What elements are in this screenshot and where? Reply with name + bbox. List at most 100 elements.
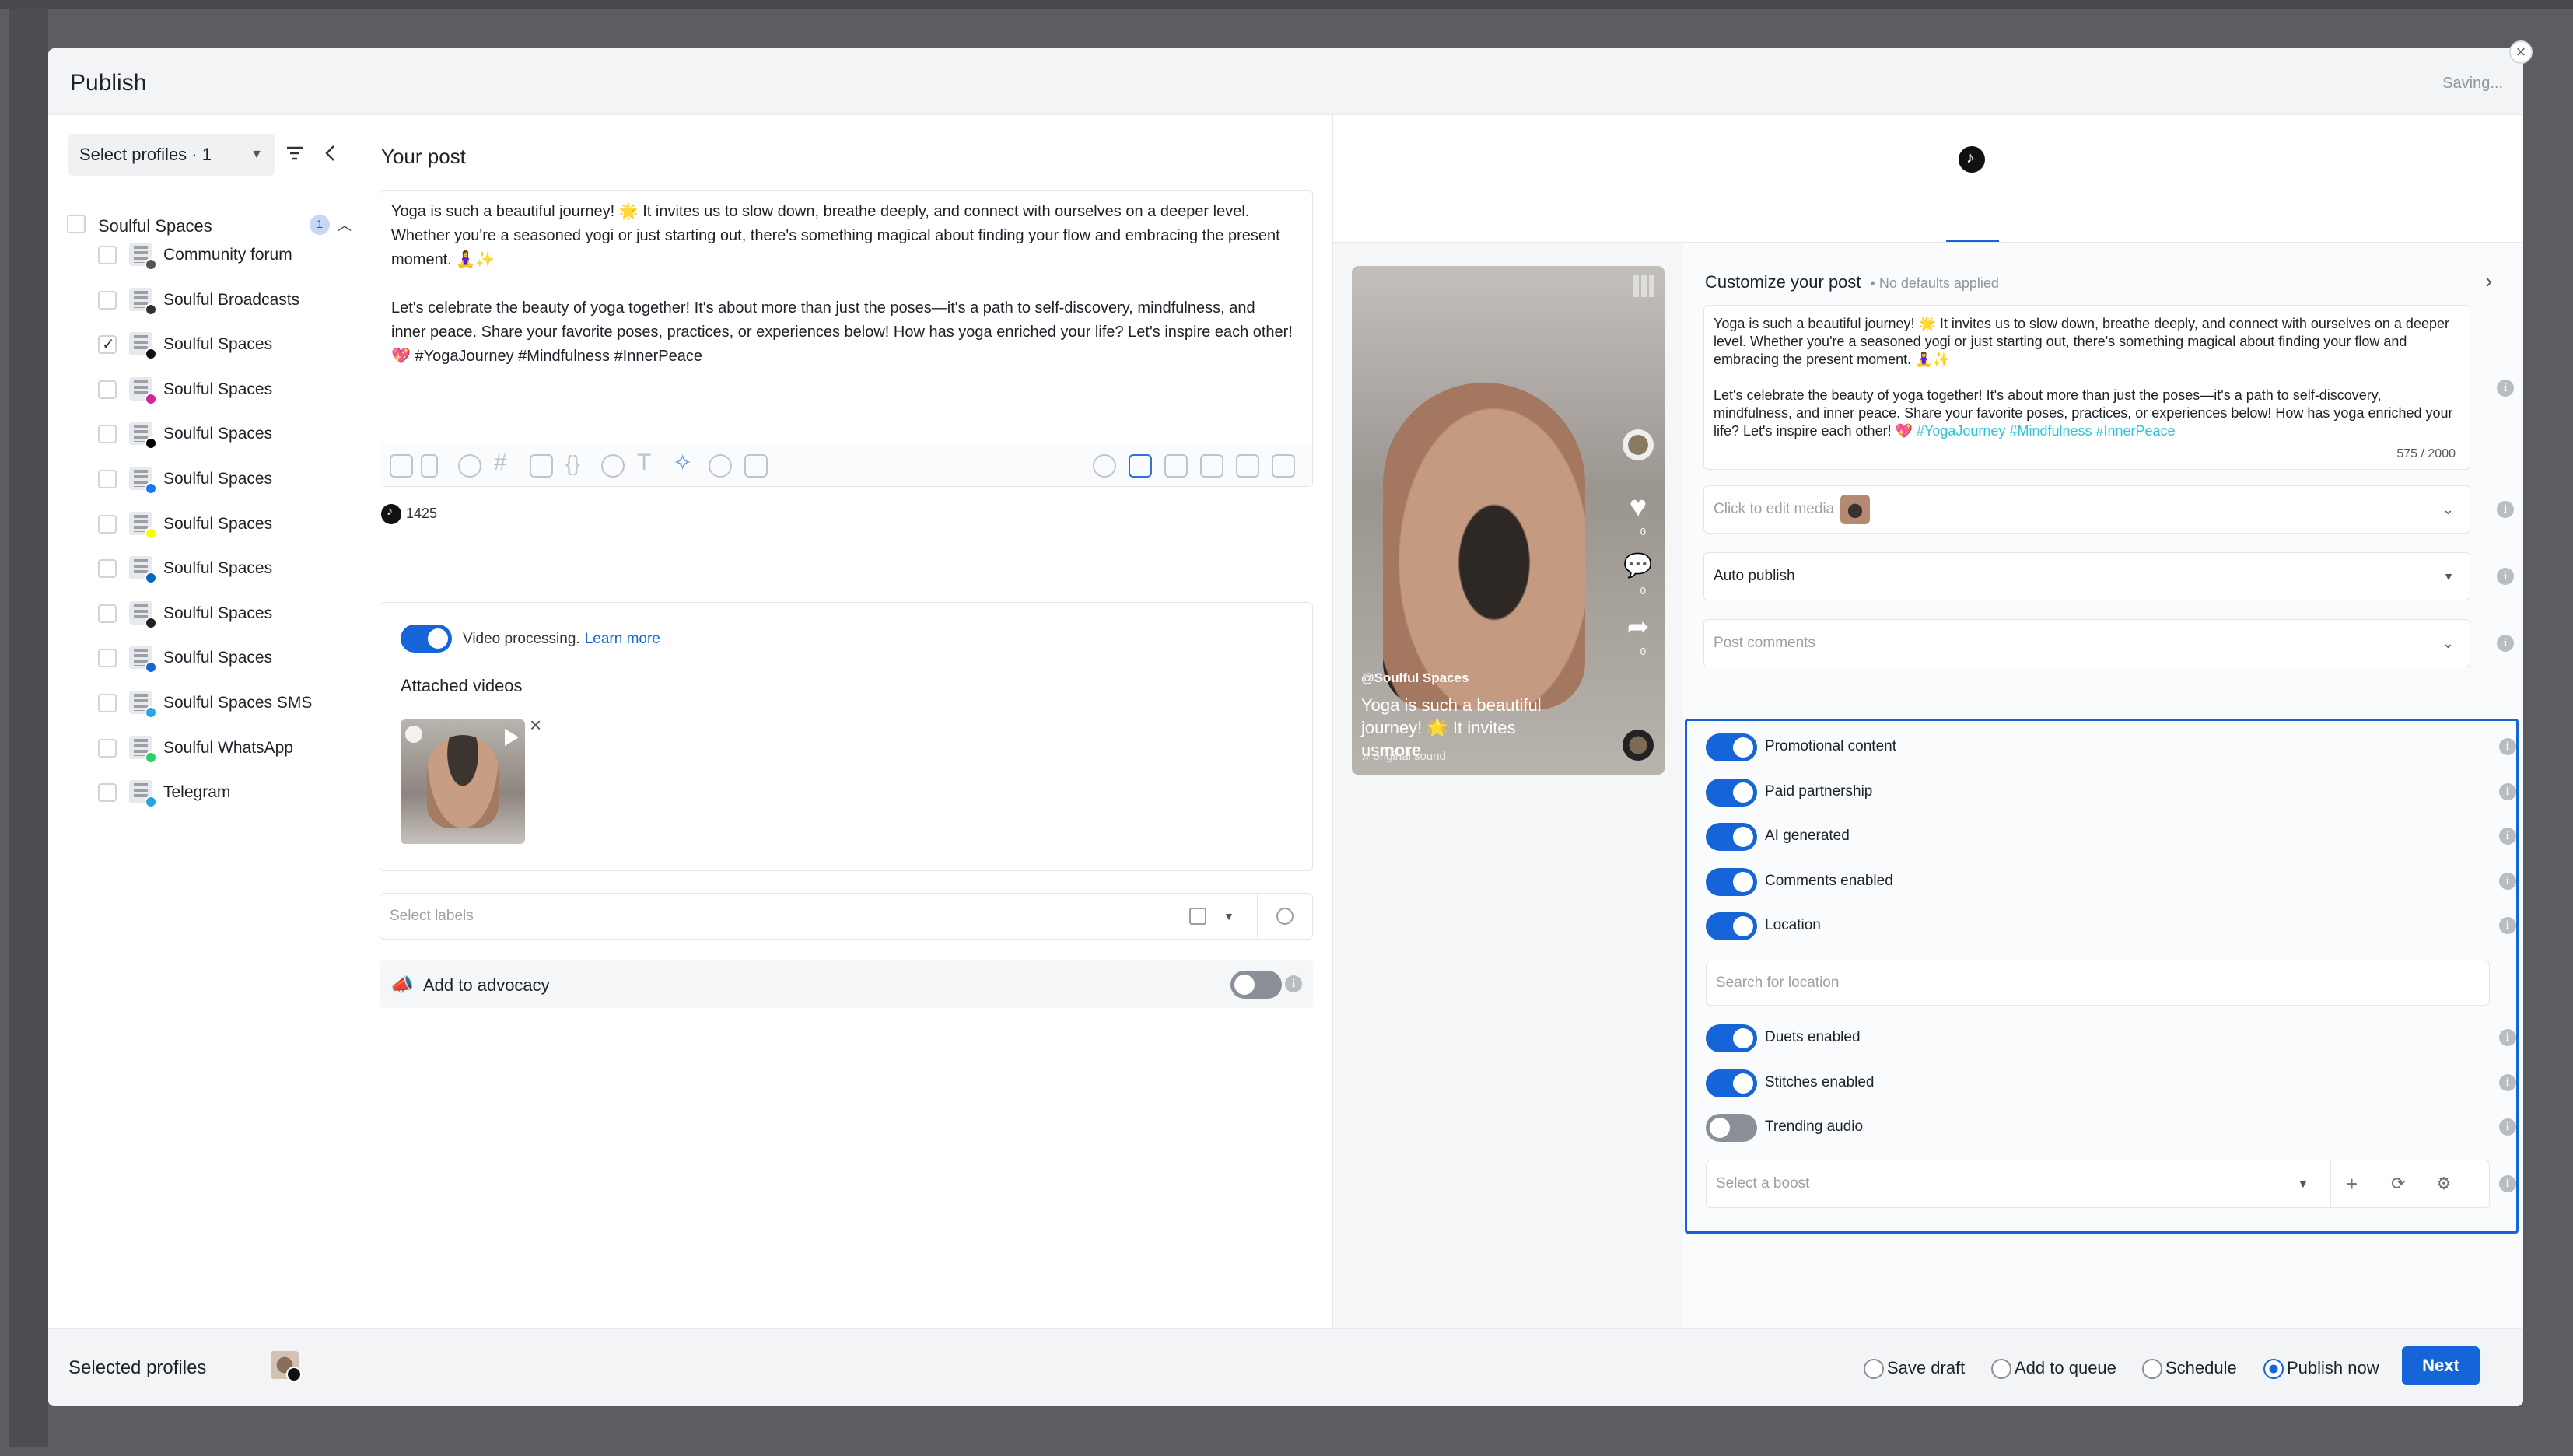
snippet-icon[interactable]	[530, 454, 553, 478]
mention-icon[interactable]	[601, 454, 625, 478]
info-icon[interactable]: i	[2499, 1118, 2516, 1136]
setting-toggle[interactable]	[1706, 733, 1757, 761]
info-icon[interactable]: i	[2497, 501, 2514, 518]
plus-icon[interactable]: +	[2346, 1160, 2358, 1207]
setting-toggle[interactable]	[1706, 1069, 1757, 1097]
info-icon[interactable]: i	[2497, 380, 2514, 397]
info-icon[interactable]: i	[2499, 1073, 2516, 1091]
chevron-down-icon[interactable]: ▼	[1223, 894, 1234, 939]
variables-icon[interactable]: {}	[565, 451, 589, 475]
profile-checkbox[interactable]	[98, 694, 117, 712]
profile-item[interactable]: Soulful Broadcasts	[48, 285, 359, 316]
profile-item[interactable]: Soulful Spaces	[48, 509, 359, 540]
labels-select[interactable]: Select labels ▼	[380, 893, 1313, 940]
info-icon[interactable]: i	[1285, 975, 1302, 992]
microphone-icon[interactable]	[390, 454, 413, 478]
chevron-up-icon[interactable]: ︿	[338, 215, 352, 235]
setting-toggle[interactable]	[1706, 912, 1757, 941]
chevron-down-icon[interactable]: ▼	[2298, 1160, 2309, 1207]
profile-checkbox[interactable]	[98, 425, 117, 444]
group-checkbox[interactable]	[67, 215, 86, 233]
close-icon[interactable]: ×	[2509, 40, 2533, 64]
info-icon[interactable]	[405, 726, 422, 743]
play-icon[interactable]	[505, 729, 519, 746]
profile-checkbox[interactable]	[98, 380, 117, 399]
setting-toggle[interactable]	[1706, 1114, 1757, 1143]
filter-icon[interactable]	[285, 143, 305, 163]
gear-icon[interactable]: ⚙	[2436, 1160, 2452, 1207]
advocacy-toggle[interactable]	[1230, 971, 1282, 999]
info-icon[interactable]: i	[2499, 917, 2516, 935]
add-to-queue-radio[interactable]: Add to queue	[1991, 1359, 2116, 1379]
profile-item[interactable]: Telegram	[48, 777, 359, 809]
link-icon[interactable]	[1093, 454, 1116, 478]
info-icon[interactable]: i	[2499, 872, 2516, 890]
profile-checkbox[interactable]	[98, 334, 117, 355]
publish-now-radio[interactable]: Publish now	[2263, 1359, 2379, 1379]
profile-item[interactable]: Community forum	[48, 240, 359, 271]
chevron-up-icon[interactable]	[421, 454, 438, 478]
setting-toggle[interactable]	[1706, 1024, 1757, 1052]
profile-item[interactable]: Soulful Spaces	[48, 418, 359, 450]
profile-checkbox[interactable]	[98, 738, 117, 758]
info-icon[interactable]: i	[2499, 828, 2516, 845]
notes-icon[interactable]	[744, 454, 768, 478]
poll-icon[interactable]	[1272, 454, 1295, 478]
publish-mode-select[interactable]: Auto publish ▼	[1703, 552, 2470, 600]
profile-checkbox[interactable]	[98, 604, 117, 623]
profile-item[interactable]: Soulful Spaces	[48, 374, 359, 405]
schedule-radio[interactable]: Schedule	[2142, 1359, 2237, 1379]
refresh-icon[interactable]: ⟳	[2391, 1160, 2405, 1207]
info-icon[interactable]: i	[2499, 782, 2516, 800]
profile-item[interactable]: Soulful Spaces	[48, 598, 359, 629]
hashtag-icon[interactable]: #	[494, 450, 517, 475]
remove-video-icon[interactable]: ×	[530, 713, 541, 737]
info-icon[interactable]: i	[2497, 635, 2514, 652]
profile-item[interactable]: Soulful Spaces SMS	[48, 688, 359, 719]
profile-checkbox[interactable]	[98, 246, 117, 264]
learn-more-link[interactable]: Learn more	[585, 631, 660, 647]
boost-select[interactable]: Select a boost ▼ + ⟳ ⚙	[1706, 1160, 2490, 1208]
info-icon[interactable]: i	[2499, 1029, 2516, 1046]
post-text[interactable]: Yoga is such a beautiful journey! 🌟 It i…	[391, 200, 1294, 393]
profile-item[interactable]: Soulful Spaces	[48, 642, 359, 674]
info-icon[interactable]: i	[2499, 1175, 2516, 1192]
copy-icon[interactable]	[1189, 908, 1206, 925]
edit-media-row[interactable]: Click to edit media ⌄	[1703, 485, 2470, 534]
post-text-editor[interactable]: Yoga is such a beautiful journey! 🌟 It i…	[380, 190, 1313, 487]
document-icon[interactable]	[1200, 454, 1223, 478]
gear-icon[interactable]	[1276, 908, 1294, 925]
emoji-icon[interactable]	[458, 454, 481, 478]
profile-item[interactable]: Soulful Spaces	[48, 553, 359, 585]
location-search-input[interactable]: Search for location	[1706, 961, 2490, 1006]
profile-checkbox[interactable]	[98, 783, 117, 803]
profile-checkbox[interactable]	[98, 559, 117, 579]
collapse-panel-icon[interactable]	[320, 143, 341, 163]
info-icon[interactable]: i	[2497, 568, 2514, 585]
camera-icon[interactable]	[1164, 454, 1188, 478]
post-comments-row[interactable]: Post comments ⌄	[1703, 619, 2470, 667]
grid-icon[interactable]	[1633, 275, 1655, 297]
video-thumbnail[interactable]	[401, 719, 525, 844]
profile-item[interactable]: Soulful Spaces	[48, 329, 359, 361]
profile-checkbox[interactable]	[98, 470, 117, 488]
tiktok-tab-icon[interactable]	[1959, 146, 1985, 173]
ai-sparkle-icon[interactable]: ✧	[673, 450, 696, 476]
profile-checkbox[interactable]	[98, 514, 117, 534]
video-icon[interactable]	[1129, 454, 1152, 478]
setting-toggle[interactable]	[1706, 778, 1757, 807]
info-icon[interactable]: i	[2499, 738, 2516, 755]
next-button[interactable]: Next	[2402, 1346, 2480, 1385]
profile-checkbox[interactable]	[98, 290, 117, 310]
profile-group[interactable]: Soulful Spaces 1 ︿	[67, 212, 352, 238]
text-format-icon[interactable]: T	[637, 450, 660, 475]
selected-profile-avatar[interactable]	[271, 1351, 302, 1382]
chevron-right-icon[interactable]: ›	[2485, 269, 2492, 293]
select-profiles-dropdown[interactable]: Select profiles · 1 ▼	[68, 134, 275, 176]
setting-toggle[interactable]	[1706, 867, 1757, 896]
save-draft-radio[interactable]: Save draft	[1864, 1359, 1965, 1379]
setting-toggle[interactable]	[1706, 823, 1757, 852]
profile-item[interactable]: Soulful Spaces	[48, 464, 359, 495]
video-processing-toggle[interactable]	[401, 625, 452, 653]
custom-text-editor[interactable]: Yoga is such a beautiful journey! 🌟 It i…	[1703, 305, 2470, 470]
